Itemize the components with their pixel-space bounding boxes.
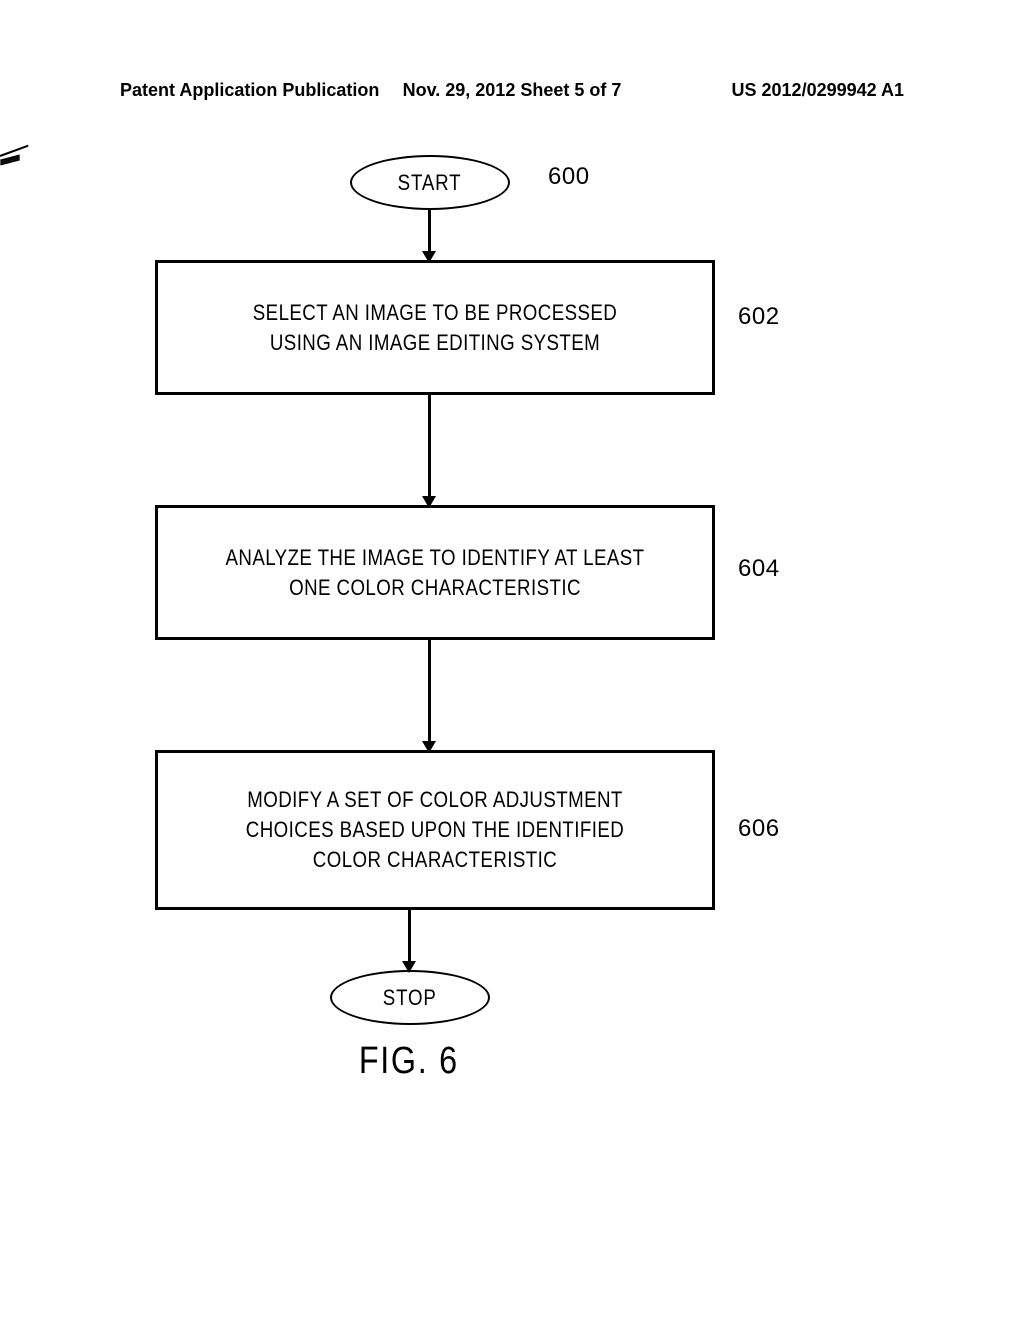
process-box-604: ANALYZE THE IMAGE TO IDENTIFY AT LEAST O… xyxy=(155,505,715,640)
terminal-start: START xyxy=(350,155,510,210)
header-left: Patent Application Publication xyxy=(120,80,381,101)
stop-text: STOP xyxy=(383,985,437,1011)
step1-text: SELECT AN IMAGE TO BE PROCESSED USING AN… xyxy=(225,298,645,357)
page-header: Patent Application Publication Nov. 29, … xyxy=(0,80,1024,101)
ref-label-602: 602 xyxy=(738,303,780,331)
step2-text: ANALYZE THE IMAGE TO IDENTIFY AT LEAST O… xyxy=(225,543,645,602)
terminal-stop: STOP xyxy=(330,970,490,1025)
figure-label: FIG. 6 xyxy=(350,1040,468,1083)
step3-text: MODIFY A SET OF COLOR ADJUSTMENT CHOICES… xyxy=(225,785,645,874)
ref-label-604: 604 xyxy=(738,555,780,583)
flowchart-diagram: START 600 SELECT AN IMAGE TO BE PROCESSE… xyxy=(0,155,1024,1055)
header-right: US 2012/0299942 A1 xyxy=(643,80,904,101)
arrow-1 xyxy=(428,210,431,254)
start-text: START xyxy=(398,170,462,196)
arrow-2 xyxy=(428,395,431,499)
arrow-4 xyxy=(408,910,411,964)
ref-label-606: 606 xyxy=(738,815,780,843)
fig-text: FIG. 6 xyxy=(359,1040,459,1083)
header-center: Nov. 29, 2012 Sheet 5 of 7 xyxy=(381,80,642,101)
arrow-3 xyxy=(428,640,431,744)
process-box-606: MODIFY A SET OF COLOR ADJUSTMENT CHOICES… xyxy=(155,750,715,910)
process-box-602: SELECT AN IMAGE TO BE PROCESSED USING AN… xyxy=(155,260,715,395)
ref-label-600: 600 xyxy=(548,163,590,191)
